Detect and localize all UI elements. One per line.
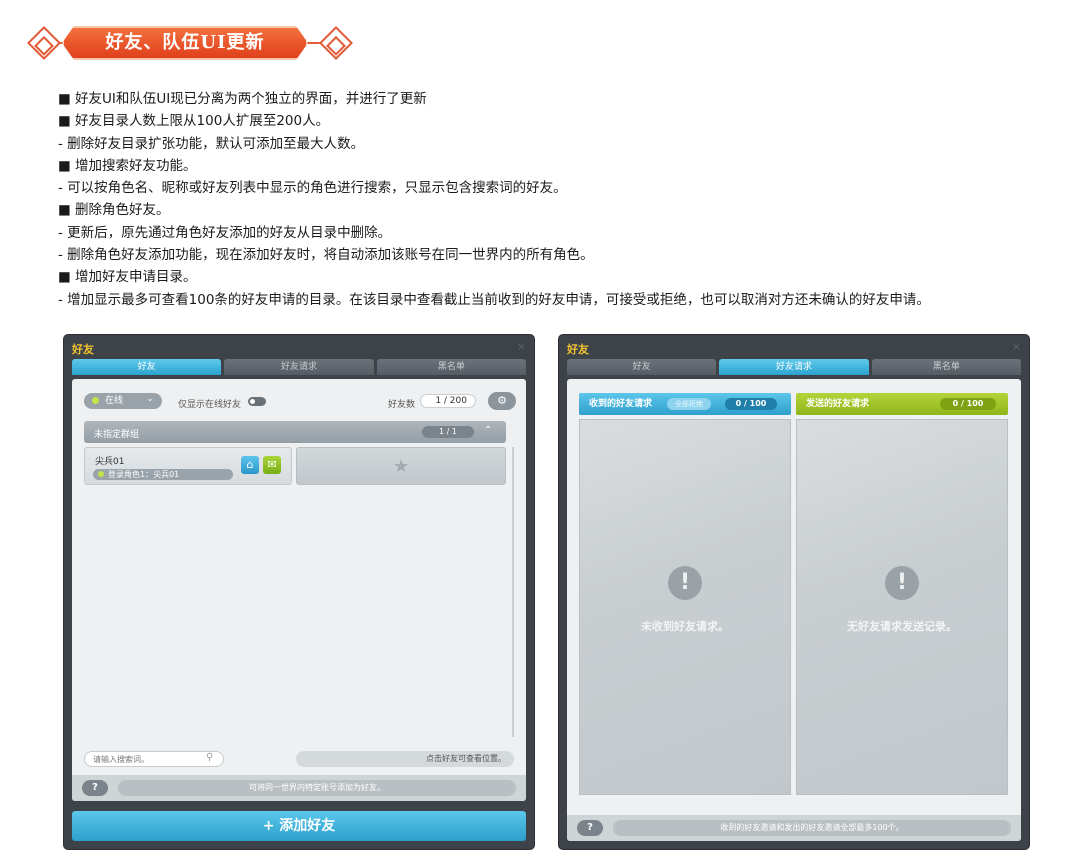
tab-friends[interactable]: 好友: [72, 359, 222, 375]
note-line: - 删除角色好友添加功能，现在添加好友时，将自动添加该账号在同一世界内的所有角色…: [58, 247, 594, 264]
banner-ornament-right-icon: [319, 26, 353, 60]
tab-blacklist[interactable]: 黑名单: [871, 359, 1021, 375]
chevron-up-icon[interactable]: ⌃: [484, 425, 492, 436]
online-only-toggle[interactable]: [248, 397, 266, 406]
location-hint: 点击好友可查看位置。: [296, 751, 514, 767]
status-label: 在线: [105, 396, 124, 406]
group-name: 未指定群组: [94, 430, 140, 440]
warning-icon: !: [668, 566, 702, 600]
group-count: 1 / 1: [422, 426, 474, 438]
star-icon: ★: [393, 456, 410, 477]
note-line: - 可以按角色名、昵称或好友列表中显示的角色进行搜索，只显示包含搜索词的好友。: [58, 180, 567, 197]
note-line: ■ 删除角色好友。: [58, 202, 170, 219]
bottom-hint: 收到的好友邀请和发出的好友邀请全部最多100个。: [613, 820, 1011, 836]
add-friend-button[interactable]: + 添加好友: [72, 811, 526, 841]
sent-requests-list: ! 无好友请求发送记录。: [796, 419, 1008, 795]
requests-panel: 收到的好友请求 全部拒绝 0 / 100 发送的好友请求 0 / 100 ! 未…: [567, 379, 1021, 841]
group-header[interactable]: 未指定群组 1 / 1 ⌃: [84, 421, 506, 443]
window-tabs: 好友 好友请求 黑名单: [72, 359, 526, 375]
window-title: 好友: [567, 343, 589, 356]
bottom-hint: 可将同一世界内特定账号添加为好友。: [118, 780, 516, 796]
gear-icon[interactable]: ⚙: [488, 392, 516, 410]
note-line: - 增加显示最多可查看100条的好友申请的目录。在该目录中查看截止当前收到的好友…: [58, 291, 930, 308]
friend-character: 登录角色1：尖兵01: [93, 469, 233, 480]
friend-card[interactable]: 尖兵01 登录角色1：尖兵01 ⌂ ✉: [84, 447, 292, 485]
bottom-bar: ? 可将同一世界内特定账号添加为好友。: [72, 775, 526, 801]
tab-friend-requests[interactable]: 好友请求: [224, 359, 374, 375]
friends-window: 好友 × 好友 好友请求 黑名单 在线 ⌄ 仅显示在线好友 好友数 1 / 20…: [64, 335, 534, 849]
reject-all-button[interactable]: 全部拒绝: [667, 398, 711, 410]
friend-requests-window: 好友 × 好友 好友请求 黑名单 收到的好友请求 全部拒绝 0 / 100 发送…: [559, 335, 1029, 849]
bottom-bar: ? 收到的好友邀请和发出的好友邀请全部最多100个。: [567, 815, 1021, 841]
banner-ornament-left-icon: [27, 26, 61, 60]
friend-count-value: 1 / 200: [420, 394, 476, 408]
sent-requests-label: 发送的好友请求: [806, 399, 870, 409]
sent-count: 0 / 100: [940, 398, 996, 410]
window-tabs: 好友 好友请求 黑名单: [567, 359, 1021, 375]
help-button[interactable]: ?: [82, 780, 108, 796]
tab-friends[interactable]: 好友: [567, 359, 717, 375]
sent-requests-header: 发送的好友请求 0 / 100: [796, 393, 1008, 415]
close-icon[interactable]: ×: [1012, 340, 1021, 353]
note-line: ■ 好友目录人数上限从100人扩展至200人。: [58, 113, 330, 130]
scrollbar[interactable]: [512, 447, 514, 737]
message-icon[interactable]: ✉: [263, 456, 281, 474]
friend-count-label: 好友数: [388, 400, 416, 410]
status-dropdown[interactable]: 在线 ⌄: [84, 393, 162, 409]
friends-panel: 在线 ⌄ 仅显示在线好友 好友数 1 / 200 ⚙ 未指定群组 1 / 1 ⌃…: [72, 379, 526, 801]
tab-friend-requests[interactable]: 好友请求: [719, 359, 869, 375]
update-notes: ■ 好友UI和队伍UI现已分离为两个独立的界面，并进行了更新 ■ 好友目录人数上…: [58, 88, 1068, 311]
window-title: 好友: [72, 343, 94, 356]
online-status-icon: [98, 471, 104, 477]
sent-empty-message: 无好友请求发送记录。: [847, 620, 957, 633]
note-line: ■ 增加好友申请目录。: [58, 269, 197, 286]
search-input[interactable]: [84, 751, 224, 767]
close-icon[interactable]: ×: [517, 340, 526, 353]
received-empty-message: 未收到好友请求。: [641, 620, 729, 633]
empty-friend-slot: ★: [296, 447, 506, 485]
received-requests-header: 收到的好友请求 全部拒绝 0 / 100: [579, 393, 791, 415]
help-button[interactable]: ?: [577, 820, 603, 836]
online-status-icon: [92, 397, 99, 404]
search-icon[interactable]: ⚲: [206, 752, 213, 763]
note-line: - 更新后，原先通过角色好友添加的好友从目录中删除。: [58, 224, 392, 241]
tab-blacklist[interactable]: 黑名单: [376, 359, 526, 375]
note-line: - 删除好友目录扩张功能，默认可添加至最大人数。: [58, 135, 365, 152]
section-banner: 好友、队伍UI更新: [18, 22, 353, 64]
received-count: 0 / 100: [725, 398, 777, 410]
online-only-label: 仅显示在线好友: [178, 400, 242, 410]
friend-character-label: 登录角色1：尖兵01: [108, 470, 180, 479]
received-requests-list: ! 未收到好友请求。: [579, 419, 791, 795]
note-line: ■ 增加搜索好友功能。: [58, 157, 197, 174]
received-requests-label: 收到的好友请求: [589, 399, 653, 409]
friend-name: 尖兵01: [95, 457, 125, 467]
home-icon[interactable]: ⌂: [241, 456, 259, 474]
banner-title: 好友、队伍UI更新: [105, 32, 265, 53]
chevron-down-icon: ⌄: [146, 394, 154, 404]
warning-icon: !: [885, 566, 919, 600]
note-line: ■ 好友UI和队伍UI现已分离为两个独立的界面，并进行了更新: [58, 91, 427, 107]
